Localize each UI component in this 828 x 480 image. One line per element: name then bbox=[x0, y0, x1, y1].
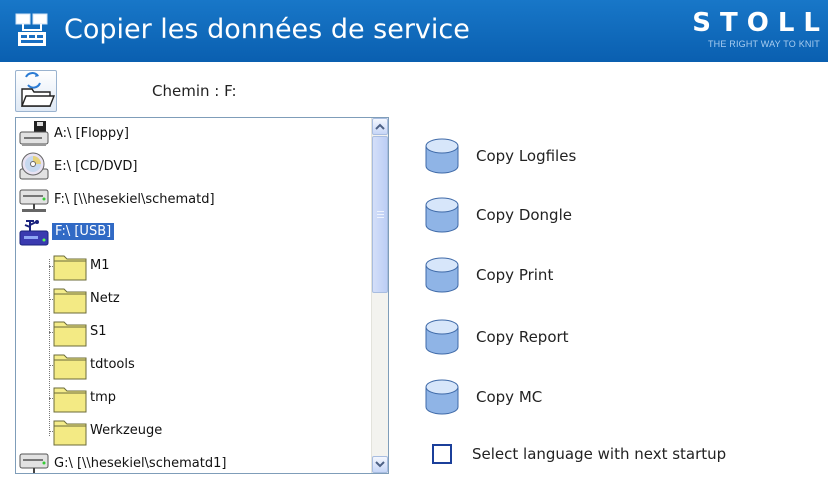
brand-logo: STOLL THE RIGHT WAY TO KNIT bbox=[692, 8, 820, 49]
database-cylinder-icon bbox=[425, 257, 459, 293]
scroll-up-button[interactable] bbox=[372, 118, 388, 135]
copy-logfiles-label: Copy Logfiles bbox=[476, 147, 577, 165]
scroll-grip bbox=[377, 214, 384, 215]
brand-tagline: THE RIGHT WAY TO KNIT bbox=[707, 39, 820, 49]
tree-item-usb-f[interactable]: F:\ [USB] bbox=[16, 217, 372, 250]
database-cylinder-icon bbox=[425, 319, 459, 355]
usb-drive-icon bbox=[19, 220, 49, 246]
tree-item-label: tdtools bbox=[90, 357, 135, 372]
cd-dvd-drive-icon bbox=[19, 152, 49, 180]
scroll-grip bbox=[377, 217, 384, 218]
copy-mc-label: Copy MC bbox=[476, 388, 543, 406]
tree-item-label: E:\ [CD/DVD] bbox=[54, 159, 138, 174]
tree-item-network-g[interactable]: G:\ [\\hesekiel\schematd1] bbox=[16, 448, 372, 473]
tree-item-label: tmp bbox=[90, 390, 117, 405]
page-title: Copier les données de service bbox=[64, 14, 470, 45]
copy-print-button[interactable]: Copy Print bbox=[424, 255, 754, 295]
tree-item-label: S1 bbox=[90, 324, 107, 339]
tree-item-network-f[interactable]: F:\ [\\hesekiel\schematd] bbox=[16, 184, 372, 217]
tree-scrollbar[interactable] bbox=[371, 118, 388, 473]
tree-item-cd-e[interactable]: E:\ [CD/DVD] bbox=[16, 151, 372, 184]
copy-dongle-label: Copy Dongle bbox=[476, 206, 572, 224]
tree-folder-netz[interactable]: Netz bbox=[16, 283, 372, 316]
floppy-drive-icon bbox=[19, 121, 49, 146]
tree-item-label: M1 bbox=[90, 258, 110, 273]
tree-item-label: A:\ [Floppy] bbox=[54, 126, 129, 141]
network-drive-icon bbox=[19, 189, 49, 212]
tree-folder-m1[interactable]: M1 bbox=[16, 250, 372, 283]
folder-icon bbox=[53, 321, 87, 347]
folder-icon bbox=[53, 420, 87, 446]
chevron-up-icon bbox=[375, 123, 385, 130]
copy-report-button[interactable]: Copy Report bbox=[424, 317, 754, 357]
brand-name: STOLL bbox=[692, 8, 828, 38]
scroll-down-button[interactable] bbox=[372, 456, 388, 473]
tree-item-label: G:\ [\\hesekiel\schematd1] bbox=[54, 456, 227, 471]
copy-print-label: Copy Print bbox=[476, 266, 554, 284]
database-cylinder-icon bbox=[425, 379, 459, 415]
tree-item-floppy-a[interactable]: A:\ [Floppy] bbox=[16, 118, 372, 151]
scroll-grip bbox=[377, 211, 384, 212]
title-bar: Copier les données de service STOLL THE … bbox=[0, 0, 828, 62]
tree-item-label: Netz bbox=[90, 291, 120, 306]
copy-dongle-button[interactable]: Copy Dongle bbox=[424, 195, 754, 235]
database-cylinder-icon bbox=[425, 138, 459, 174]
tree-item-label: F:\ [USB] bbox=[52, 223, 115, 240]
select-language-option[interactable]: Select language with next startup bbox=[432, 444, 812, 466]
folder-icon bbox=[53, 255, 87, 281]
select-language-checkbox[interactable] bbox=[432, 444, 452, 464]
copy-logfiles-button[interactable]: Copy Logfiles bbox=[424, 136, 754, 176]
folder-icon bbox=[53, 387, 87, 413]
tree-folder-tmp[interactable]: tmp bbox=[16, 382, 372, 415]
service-data-icon bbox=[15, 13, 48, 46]
network-drive-icon bbox=[19, 453, 49, 473]
open-folder-button[interactable] bbox=[15, 70, 57, 112]
drive-folder-tree[interactable]: A:\ [Floppy] E:\ [CD/DVD] F:\ [\\hesekie… bbox=[15, 117, 389, 474]
tree-item-label: Werkzeuge bbox=[90, 423, 163, 438]
tree-folder-werkzeuge[interactable]: Werkzeuge bbox=[16, 415, 372, 448]
scroll-thumb[interactable] bbox=[372, 136, 388, 293]
folder-icon bbox=[53, 354, 87, 380]
database-cylinder-icon bbox=[425, 197, 459, 233]
folder-icon bbox=[53, 288, 87, 314]
path-label: Chemin : F: bbox=[152, 82, 237, 100]
tree-folder-s1[interactable]: S1 bbox=[16, 316, 372, 349]
copy-report-label: Copy Report bbox=[476, 328, 569, 346]
open-folder-icon bbox=[20, 72, 56, 107]
copy-mc-button[interactable]: Copy MC bbox=[424, 377, 754, 417]
tree-item-label: F:\ [\\hesekiel\schematd] bbox=[54, 192, 215, 207]
select-language-label: Select language with next startup bbox=[472, 445, 727, 463]
tree-folder-tdtools[interactable]: tdtools bbox=[16, 349, 372, 382]
chevron-down-icon bbox=[375, 461, 385, 468]
